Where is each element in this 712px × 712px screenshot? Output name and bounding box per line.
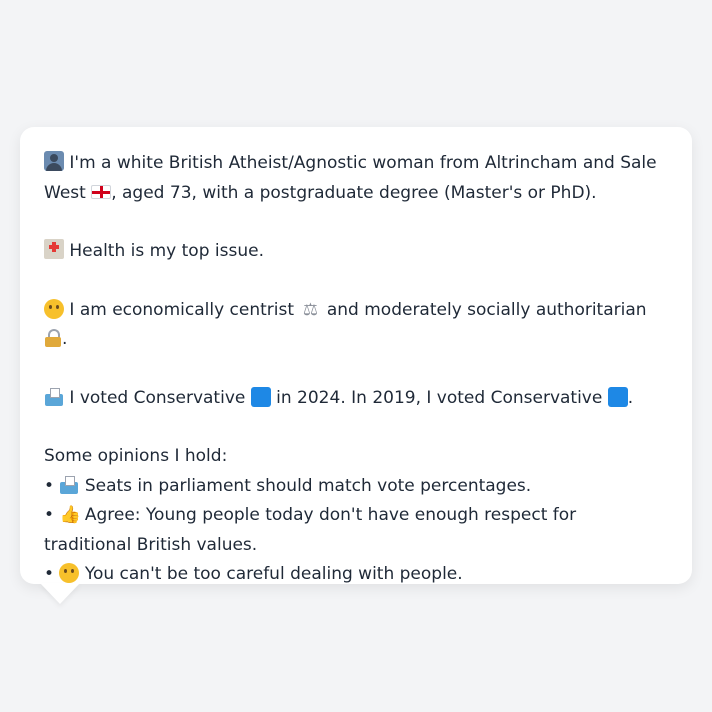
bullet: • bbox=[44, 564, 60, 584]
health-text: Health is my top issue. bbox=[64, 241, 264, 261]
vote-text-a: I voted Conservative bbox=[64, 387, 251, 408]
party-color-square-icon bbox=[250, 386, 271, 407]
opinion-item: • Seats in parliament should match vote … bbox=[44, 472, 668, 502]
ideology-text-b: and moderately socially authoritarian bbox=[321, 299, 647, 320]
speech-bubble-tail bbox=[40, 583, 80, 604]
opinion-item: • 👍 Agree: Young people today don't have… bbox=[44, 501, 668, 560]
identity-text-b: , aged 73, with a postgraduate degree (M… bbox=[111, 182, 597, 203]
vote-text-b: in 2024. In 2019, I voted Conservative bbox=[270, 387, 608, 408]
profile-card: I'm a white British Atheist/Agnostic wom… bbox=[20, 127, 692, 584]
bullet: • bbox=[44, 505, 60, 525]
identity-line: I'm a white British Atheist/Agnostic wom… bbox=[44, 149, 668, 208]
opinions-heading: Some opinions I hold: bbox=[44, 446, 228, 466]
opinion-item: • You can't be too careful dealing with … bbox=[44, 560, 668, 590]
vote-text-c: . bbox=[627, 387, 634, 408]
person-silhouette-icon bbox=[44, 151, 64, 171]
party-color-square-icon bbox=[607, 386, 628, 407]
vote-line: I voted Conservative in 2024. In 2019, I… bbox=[44, 384, 668, 414]
opinion-text: You can't be too careful dealing with pe… bbox=[79, 564, 463, 584]
ideology-line: I am economically centrist ⚖ and moderat… bbox=[44, 296, 668, 355]
balance-scale-icon: ⚖ bbox=[302, 299, 319, 320]
england-flag-icon bbox=[91, 184, 112, 199]
hospital-icon bbox=[44, 239, 64, 259]
opinion-text: Seats in parliament should match vote pe… bbox=[79, 475, 532, 496]
thumbs-up-icon: 👍 bbox=[59, 505, 81, 525]
thinking-face-icon bbox=[44, 298, 64, 319]
opinion-text: Agree: Young people today don't have eno… bbox=[44, 505, 577, 555]
ballot-box-icon bbox=[59, 475, 79, 494]
ideology-text-c: . bbox=[62, 329, 68, 349]
bullet: • bbox=[44, 475, 60, 496]
health-line: Health is my top issue. bbox=[44, 237, 668, 267]
ideology-text-a: I am economically centrist bbox=[64, 299, 300, 320]
lock-icon bbox=[44, 329, 62, 347]
raised-eyebrow-face-icon bbox=[59, 563, 80, 583]
ballot-box-icon bbox=[44, 387, 64, 406]
